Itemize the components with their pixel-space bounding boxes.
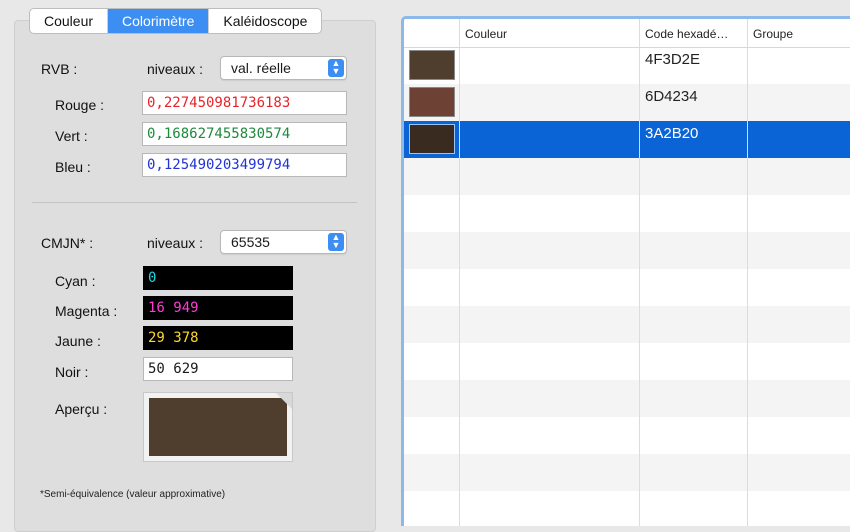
table-row[interactable]: 6D4234 bbox=[404, 84, 850, 121]
cmyk-levels-value: 65535 bbox=[231, 234, 270, 250]
color-swatch bbox=[409, 50, 455, 80]
color-table: Couleur Code hexadé… Groupe 4F3D2E 6D4234… bbox=[401, 16, 850, 526]
column-divider bbox=[747, 47, 748, 526]
chevron-updown-icon: ▲ ▼ bbox=[328, 233, 344, 251]
yellow-label: Jaune : bbox=[55, 333, 101, 349]
rgb-levels-value: val. réelle bbox=[231, 60, 291, 76]
column-divider bbox=[639, 47, 640, 526]
rgb-levels-label: niveaux : bbox=[147, 61, 204, 77]
red-field[interactable]: 0,227450981736183 bbox=[142, 91, 347, 115]
cmyk-levels-select[interactable]: 65535 ▲ ▼ bbox=[220, 230, 347, 254]
magenta-label: Magenta : bbox=[55, 303, 118, 319]
preview-well[interactable] bbox=[143, 392, 293, 462]
column-header-couleur[interactable]: Couleur bbox=[459, 19, 639, 47]
view-tabs: Couleur Colorimètre Kaléidoscope bbox=[29, 8, 323, 34]
tab-colorimetre[interactable]: Colorimètre bbox=[108, 9, 210, 33]
hex-code-cell: 4F3D2E bbox=[645, 51, 701, 68]
column-divider bbox=[459, 47, 460, 526]
blue-label: Bleu : bbox=[55, 159, 91, 175]
green-label: Vert : bbox=[55, 128, 88, 144]
hex-code-cell: 6D4234 bbox=[645, 88, 698, 105]
red-label: Rouge : bbox=[55, 97, 105, 113]
table-row bbox=[404, 158, 850, 195]
cyan-label: Cyan : bbox=[55, 273, 96, 289]
table-row[interactable]: 4F3D2E bbox=[404, 47, 850, 84]
table-row bbox=[404, 306, 850, 343]
table-row bbox=[404, 269, 850, 306]
chevron-updown-icon: ▲ ▼ bbox=[328, 59, 344, 77]
table-row bbox=[404, 491, 850, 526]
tab-couleur[interactable]: Couleur bbox=[30, 9, 109, 33]
corner-fold-icon bbox=[276, 393, 292, 409]
table-row bbox=[404, 195, 850, 232]
preview-swatch bbox=[149, 398, 287, 456]
rgb-levels-select[interactable]: val. réelle ▲ ▼ bbox=[220, 56, 347, 80]
color-swatch bbox=[409, 124, 455, 154]
hex-code-cell: 3A2B20 bbox=[645, 125, 699, 142]
tab-kaleidoscope[interactable]: Kaléidoscope bbox=[209, 9, 321, 33]
cmyk-levels-label: niveaux : bbox=[147, 235, 204, 251]
preview-label: Aperçu : bbox=[55, 401, 108, 417]
green-field[interactable]: 0,168627455830574 bbox=[142, 122, 347, 146]
column-header-groupe[interactable]: Groupe bbox=[747, 19, 850, 47]
table-row bbox=[404, 380, 850, 417]
blue-field[interactable]: 0,125490203499794 bbox=[142, 153, 347, 177]
table-row bbox=[404, 343, 850, 380]
section-divider bbox=[32, 202, 357, 203]
table-row bbox=[404, 232, 850, 269]
black-field[interactable]: 50 629 bbox=[143, 357, 293, 381]
footnote: *Semi-équivalence (valeur approximative) bbox=[40, 489, 226, 500]
black-label: Noir : bbox=[55, 364, 89, 380]
color-swatch bbox=[409, 87, 455, 117]
table-header: Couleur Code hexadé… Groupe bbox=[404, 19, 850, 48]
column-header-hex[interactable]: Code hexadé… bbox=[639, 19, 747, 47]
rgb-label: RVB : bbox=[41, 61, 78, 77]
yellow-field[interactable]: 29 378 bbox=[143, 326, 293, 350]
cyan-field[interactable]: 0 bbox=[143, 266, 293, 290]
cmyk-label: CMJN* : bbox=[41, 235, 94, 251]
magenta-field[interactable]: 16 949 bbox=[143, 296, 293, 320]
table-row bbox=[404, 417, 850, 454]
table-row[interactable]: 3A2B20 bbox=[404, 121, 850, 158]
table-row bbox=[404, 454, 850, 491]
